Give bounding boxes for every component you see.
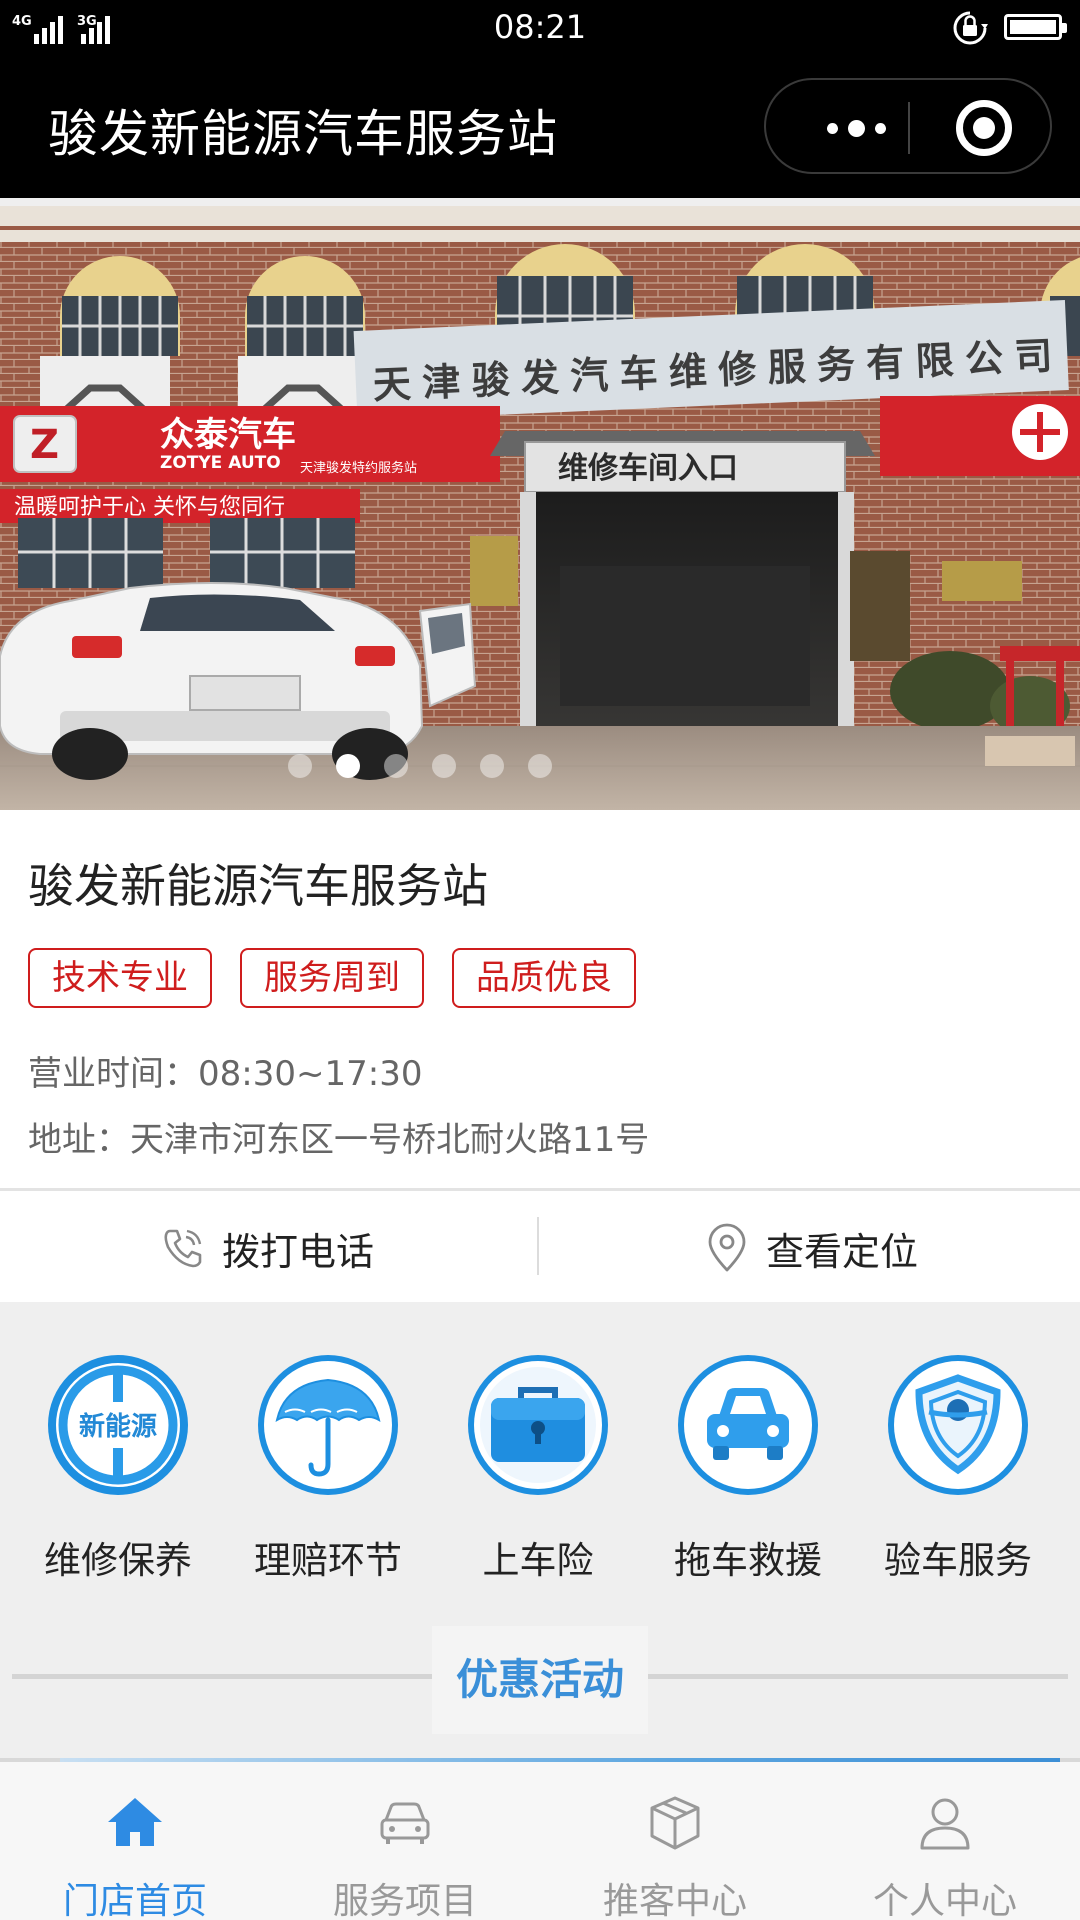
tab-label: 个人中心 xyxy=(872,1881,1017,1920)
banner-sign-slogan: 温暖呵护于心 关怀与您同行 xyxy=(14,495,285,520)
service-item-inspection[interactable]: 验车服务 xyxy=(868,1352,1048,1584)
close-miniprogram-button[interactable] xyxy=(956,100,1012,156)
carousel-dot[interactable] xyxy=(432,754,456,778)
user-icon xyxy=(920,1798,970,1850)
home-icon xyxy=(108,1798,162,1846)
store-tag: 技术专业 xyxy=(28,948,212,1008)
rotation-lock-icon xyxy=(953,11,988,45)
service-label: 上车险 xyxy=(482,1539,594,1582)
new-energy-steering-wheel-icon: 新能源 xyxy=(48,1355,188,1495)
carousel-dot[interactable] xyxy=(336,754,360,778)
status-bar: 4G 3G 08:21 xyxy=(0,0,1080,56)
box-icon xyxy=(650,1796,700,1850)
tab-label: 门店首页 xyxy=(62,1881,207,1920)
miniprogram-capsule xyxy=(764,78,1052,174)
carousel-indicators xyxy=(0,754,960,778)
service-item-insurance[interactable]: 上车险 xyxy=(448,1352,628,1584)
store-info-card: 骏发新能源汽车服务站 技术专业 服务周到 品质优良 营业时间：08:30~17:… xyxy=(0,810,1080,1188)
carousel-dot[interactable] xyxy=(288,754,312,778)
location-label: 查看定位 xyxy=(766,1229,919,1274)
status-time: 08:21 xyxy=(493,8,587,46)
car-outline-icon xyxy=(380,1802,430,1844)
store-name: 骏发新能源汽车服务站 xyxy=(28,859,488,913)
call-button[interactable]: 拨打电话 xyxy=(160,1191,374,1305)
service-item-towing[interactable]: 拖车救援 xyxy=(658,1352,838,1584)
svg-text:新能源: 新能源 xyxy=(79,1411,157,1442)
service-item-maintenance[interactable]: 新能源 维修保养 xyxy=(28,1352,208,1584)
banner-sign-brand: 众泰汽车 xyxy=(160,415,296,455)
service-label: 验车服务 xyxy=(884,1539,1032,1582)
tab-personal-center[interactable]: 个人中心 xyxy=(810,1762,1080,1920)
tab-label: 服务项目 xyxy=(332,1881,477,1920)
battery-icon xyxy=(1004,14,1067,40)
umbrella-icon xyxy=(258,1355,398,1495)
carousel-dot[interactable] xyxy=(384,754,408,778)
store-tags: 技术专业 服务周到 品质优良 xyxy=(28,948,636,1008)
carousel-dot[interactable] xyxy=(528,754,552,778)
tab-store-home[interactable]: 门店首页 xyxy=(0,1762,270,1920)
store-address: 地址：天津市河东区一号桥北耐火路11号 xyxy=(28,1120,650,1160)
shield-icon xyxy=(888,1355,1028,1495)
phone-icon xyxy=(164,1229,202,1268)
storefront-photo: 天津骏发汽车维修服务有限公司 Z 众泰汽车 ZOTYE AUTO 天津骏发特约服… xyxy=(0,206,1080,810)
service-item-claims[interactable]: 理赔环节 xyxy=(238,1352,418,1584)
promo-section-title: 优惠活动 xyxy=(432,1626,648,1734)
call-label: 拨打电话 xyxy=(222,1229,375,1274)
car-icon xyxy=(678,1355,818,1495)
banner-sign-entrance: 维修车间入口 xyxy=(558,451,738,486)
view-location-button[interactable]: 查看定位 xyxy=(704,1191,918,1305)
store-tag: 服务周到 xyxy=(240,948,424,1008)
svg-text:Z: Z xyxy=(30,422,59,468)
business-hours: 营业时间：08:30~17:30 xyxy=(28,1054,423,1094)
tab-referral-center[interactable]: 推客中心 xyxy=(540,1762,810,1920)
banner-sign-brand-en: ZOTYE AUTO xyxy=(160,453,281,473)
bottom-tab-bar: 门店首页 服务项目 推客中心 个人中心 xyxy=(0,1758,1080,1920)
tab-services[interactable]: 服务项目 xyxy=(270,1762,540,1920)
service-label: 拖车救援 xyxy=(674,1539,822,1582)
navigation-bar: 骏发新能源汽车服务站 xyxy=(0,56,1080,198)
capsule-divider xyxy=(908,102,910,154)
more-options-button[interactable] xyxy=(806,110,906,146)
location-pin-icon xyxy=(708,1223,746,1272)
briefcase-icon xyxy=(468,1355,608,1495)
store-tag: 品质优良 xyxy=(452,948,636,1008)
carousel-dot[interactable] xyxy=(480,754,504,778)
contact-actions: 拨打电话 查看定位 xyxy=(0,1188,1080,1302)
actions-divider xyxy=(537,1217,539,1275)
tab-label: 推客中心 xyxy=(602,1881,747,1920)
service-label: 理赔环节 xyxy=(254,1539,402,1582)
banner-sign-dealer: 天津骏发特约服务站 xyxy=(300,460,417,476)
banner-carousel[interactable]: 天津骏发汽车维修服务有限公司 Z 众泰汽车 ZOTYE AUTO 天津骏发特约服… xyxy=(0,206,1080,810)
service-grid: 新能源 维修保养 理赔环节 上车险 拖车救援 验车服务 优惠活动 xyxy=(0,1302,1080,1762)
service-label: 维修保养 xyxy=(44,1539,192,1582)
page-title: 骏发新能源汽车服务站 xyxy=(48,105,558,163)
